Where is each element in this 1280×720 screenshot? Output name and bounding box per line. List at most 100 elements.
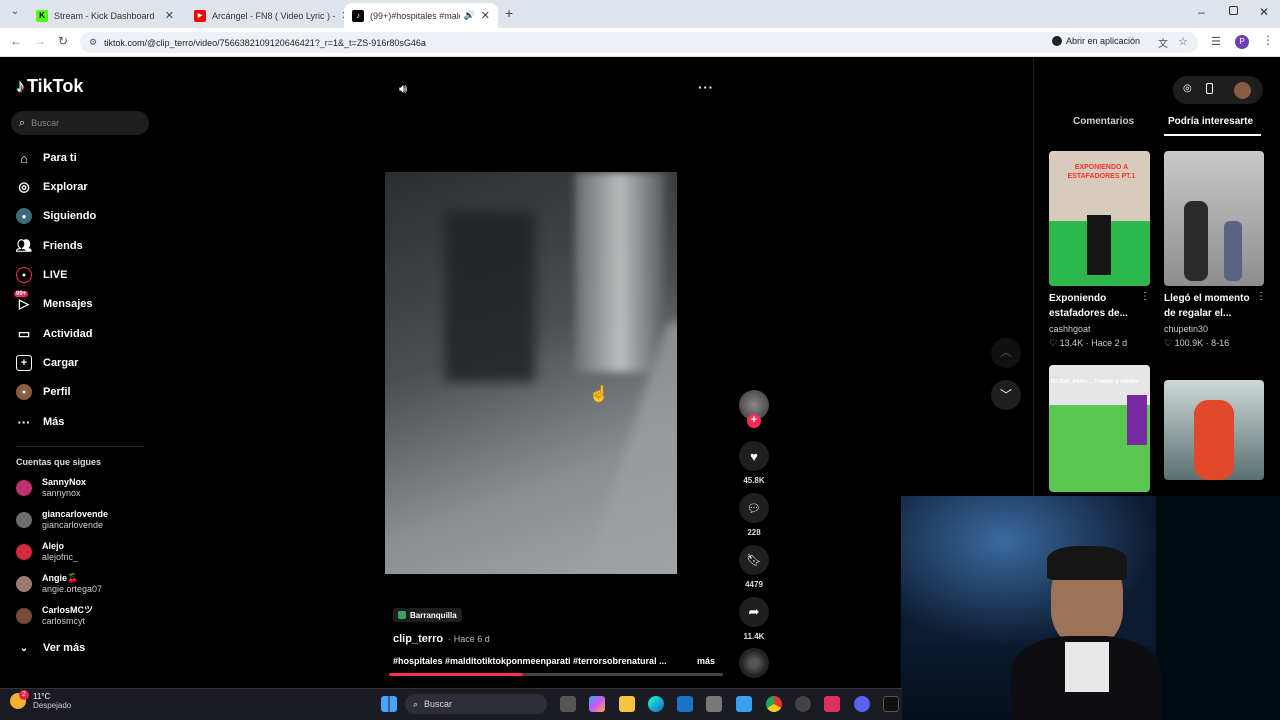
- share-button[interactable]: ➦: [739, 597, 769, 627]
- copilot-icon[interactable]: [589, 696, 605, 712]
- weather-widget[interactable]: 2 11°C Despejado: [10, 690, 71, 710]
- close-window-icon[interactable]: ✕: [1259, 5, 1269, 19]
- follow-button[interactable]: +: [747, 414, 761, 428]
- store-icon[interactable]: [677, 696, 693, 712]
- video-caption[interactable]: #hospitales #malditotiktokponmeenparati …: [393, 656, 685, 666]
- taskbar-search[interactable]: ⌕ Buscar: [405, 694, 547, 714]
- nav-explorar[interactable]: ◎ Explorar: [16, 179, 87, 195]
- close-icon[interactable]: ✕: [475, 9, 490, 22]
- next-video-button[interactable]: ﹀: [991, 380, 1021, 410]
- speaker-icon[interactable]: 🔊: [464, 10, 475, 21]
- nav-para-ti[interactable]: ⌂ Para ti: [16, 150, 77, 166]
- bookmark-star-icon[interactable]: ☆: [1178, 35, 1188, 48]
- maximize-icon[interactable]: [1229, 6, 1238, 15]
- recommendation-user[interactable]: cashhgoat: [1049, 324, 1091, 334]
- recommendation-thumbnail[interactable]: [1164, 380, 1264, 480]
- site-info-icon[interactable]: ⚙: [89, 37, 97, 48]
- like-button[interactable]: ♥: [739, 441, 769, 471]
- nav-friends[interactable]: 👥︎ Friends: [16, 238, 83, 254]
- app-icon[interactable]: [736, 696, 752, 712]
- close-icon[interactable]: ✕: [336, 9, 344, 22]
- profile-avatar[interactable]: P: [1235, 35, 1249, 49]
- heart-outline-icon: ♡: [1049, 338, 1060, 348]
- save-button[interactable]: 🔖︎: [739, 545, 769, 575]
- tiktok-favicon-icon: ♪: [352, 9, 364, 22]
- reading-list-icon[interactable]: ☰: [1211, 35, 1221, 48]
- tab-tiktok[interactable]: ♪ (99+)#hospitales #maldito 🔊 ✕: [344, 3, 498, 28]
- reload-icon[interactable]: ↻: [58, 34, 68, 48]
- windows-start-icon[interactable]: [381, 696, 397, 712]
- video-player[interactable]: [385, 172, 727, 574]
- device-icon[interactable]: [1206, 83, 1213, 94]
- music-disc-icon[interactable]: [739, 648, 769, 678]
- recommendation-thumbnail[interactable]: EXPONIENDO A ESTAFADORES PT.1: [1049, 151, 1150, 286]
- more-options-icon[interactable]: ⋮: [1256, 291, 1266, 302]
- home-icon: ⌂: [20, 150, 28, 166]
- video-author[interactable]: clip_terro · Hace 6 d: [393, 633, 490, 645]
- nav-mas[interactable]: ··· Más: [16, 414, 65, 430]
- volume-icon[interactable]: 🔊︎: [399, 81, 407, 97]
- nav-actividad[interactable]: ▭ Actividad: [16, 326, 93, 342]
- recommendation-title[interactable]: Llegó el momento de regalar el...: [1164, 291, 1254, 321]
- minimize-icon[interactable]: –: [1198, 5, 1205, 19]
- tab-list-icon[interactable]: ⌄: [7, 6, 23, 22]
- caption-more-button[interactable]: más: [697, 656, 715, 666]
- browser-menu-icon[interactable]: ⋮: [1262, 33, 1274, 47]
- nav-live[interactable]: ● LIVE: [16, 267, 67, 283]
- forward-icon[interactable]: →: [34, 34, 46, 48]
- recommendation-thumbnail[interactable]: [1164, 151, 1264, 286]
- close-icon[interactable]: ✕: [159, 9, 174, 22]
- nav-perfil[interactable]: ● Perfil: [16, 384, 71, 400]
- nav-cargar[interactable]: + Cargar: [16, 355, 78, 371]
- more-options-icon[interactable]: ⋮: [1140, 291, 1150, 302]
- following-account[interactable]: Alejo alejofnc_: [16, 541, 78, 563]
- comment-button[interactable]: 💬︎: [739, 493, 769, 523]
- following-account[interactable]: CarlosMCツ carlosmcyt: [16, 605, 93, 627]
- app-icon[interactable]: [706, 696, 722, 712]
- app-icon[interactable]: [795, 696, 811, 712]
- webcam-overlay: [901, 496, 1280, 720]
- edge-icon[interactable]: [648, 696, 664, 712]
- task-view-icon[interactable]: [560, 696, 576, 712]
- see-more-button[interactable]: ⌄ Ver más: [16, 640, 85, 656]
- share-icon: ➦: [748, 604, 760, 619]
- url-input[interactable]: ⚙ tiktok.com/@clip_terro/video/756638210…: [80, 32, 1198, 53]
- back-icon[interactable]: ←: [10, 34, 22, 48]
- chrome-icon[interactable]: [766, 696, 782, 712]
- comment-icon: 💬︎: [747, 502, 761, 515]
- tab-title: (99+)#hospitales #maldito: [370, 10, 460, 21]
- tab-podria-interesarte[interactable]: Podría interesarte: [1168, 116, 1253, 127]
- tab-youtube[interactable]: ▶ Arcángel - FN8 ( Video Lyric ) - ✕: [186, 3, 344, 28]
- tiktok-logo[interactable]: ♪ TikTok: [16, 76, 83, 97]
- video-options-icon[interactable]: ···: [698, 80, 714, 95]
- recommendation-thumbnail[interactable]: ID:Tull_Pann... Tradeo y vendo: [1049, 365, 1150, 492]
- nav-siguiendo[interactable]: ● Siguiendo: [16, 208, 96, 224]
- save-count: 4479: [745, 580, 763, 589]
- open-in-app-button[interactable]: Abrir en aplicación: [1052, 36, 1140, 46]
- search-box[interactable]: ⌕ Buscar: [11, 111, 149, 135]
- recommendation-title[interactable]: Exponiendo estafadores de...: [1049, 291, 1134, 321]
- tab-kick[interactable]: K Stream - Kick Dashboard ✕: [28, 3, 182, 28]
- tiktok-icon[interactable]: [883, 696, 899, 712]
- search-input[interactable]: Buscar: [31, 118, 59, 128]
- new-tab-icon[interactable]: +: [505, 5, 513, 21]
- tab-comentarios[interactable]: Comentarios: [1073, 116, 1134, 127]
- translate-icon[interactable]: 文: [1158, 35, 1168, 50]
- avatar: ●: [16, 208, 32, 224]
- recommendation-user[interactable]: chupetin30: [1164, 324, 1208, 334]
- webcam-background: [1156, 496, 1280, 720]
- heart-icon: ♥: [750, 448, 758, 464]
- following-account[interactable]: giancarlovende giancarlovende: [16, 509, 108, 531]
- user-avatar[interactable]: [1234, 82, 1251, 99]
- bookmark-icon: 🔖︎: [746, 553, 762, 567]
- file-explorer-icon[interactable]: [619, 696, 635, 712]
- following-account[interactable]: Angie🍒 angie.ortega07: [16, 573, 102, 595]
- previous-video-button[interactable]: ︿: [991, 338, 1021, 368]
- compass-icon[interactable]: ◎: [1183, 83, 1192, 94]
- following-account[interactable]: SannyNox sannynox: [16, 477, 86, 499]
- location-tag[interactable]: Barranquilla: [393, 608, 462, 622]
- discord-icon[interactable]: [854, 696, 870, 712]
- progress-track[interactable]: [389, 673, 723, 676]
- nav-mensajes[interactable]: ▷ 99+ Mensajes: [14, 291, 93, 312]
- tiktok-icon[interactable]: [824, 696, 840, 712]
